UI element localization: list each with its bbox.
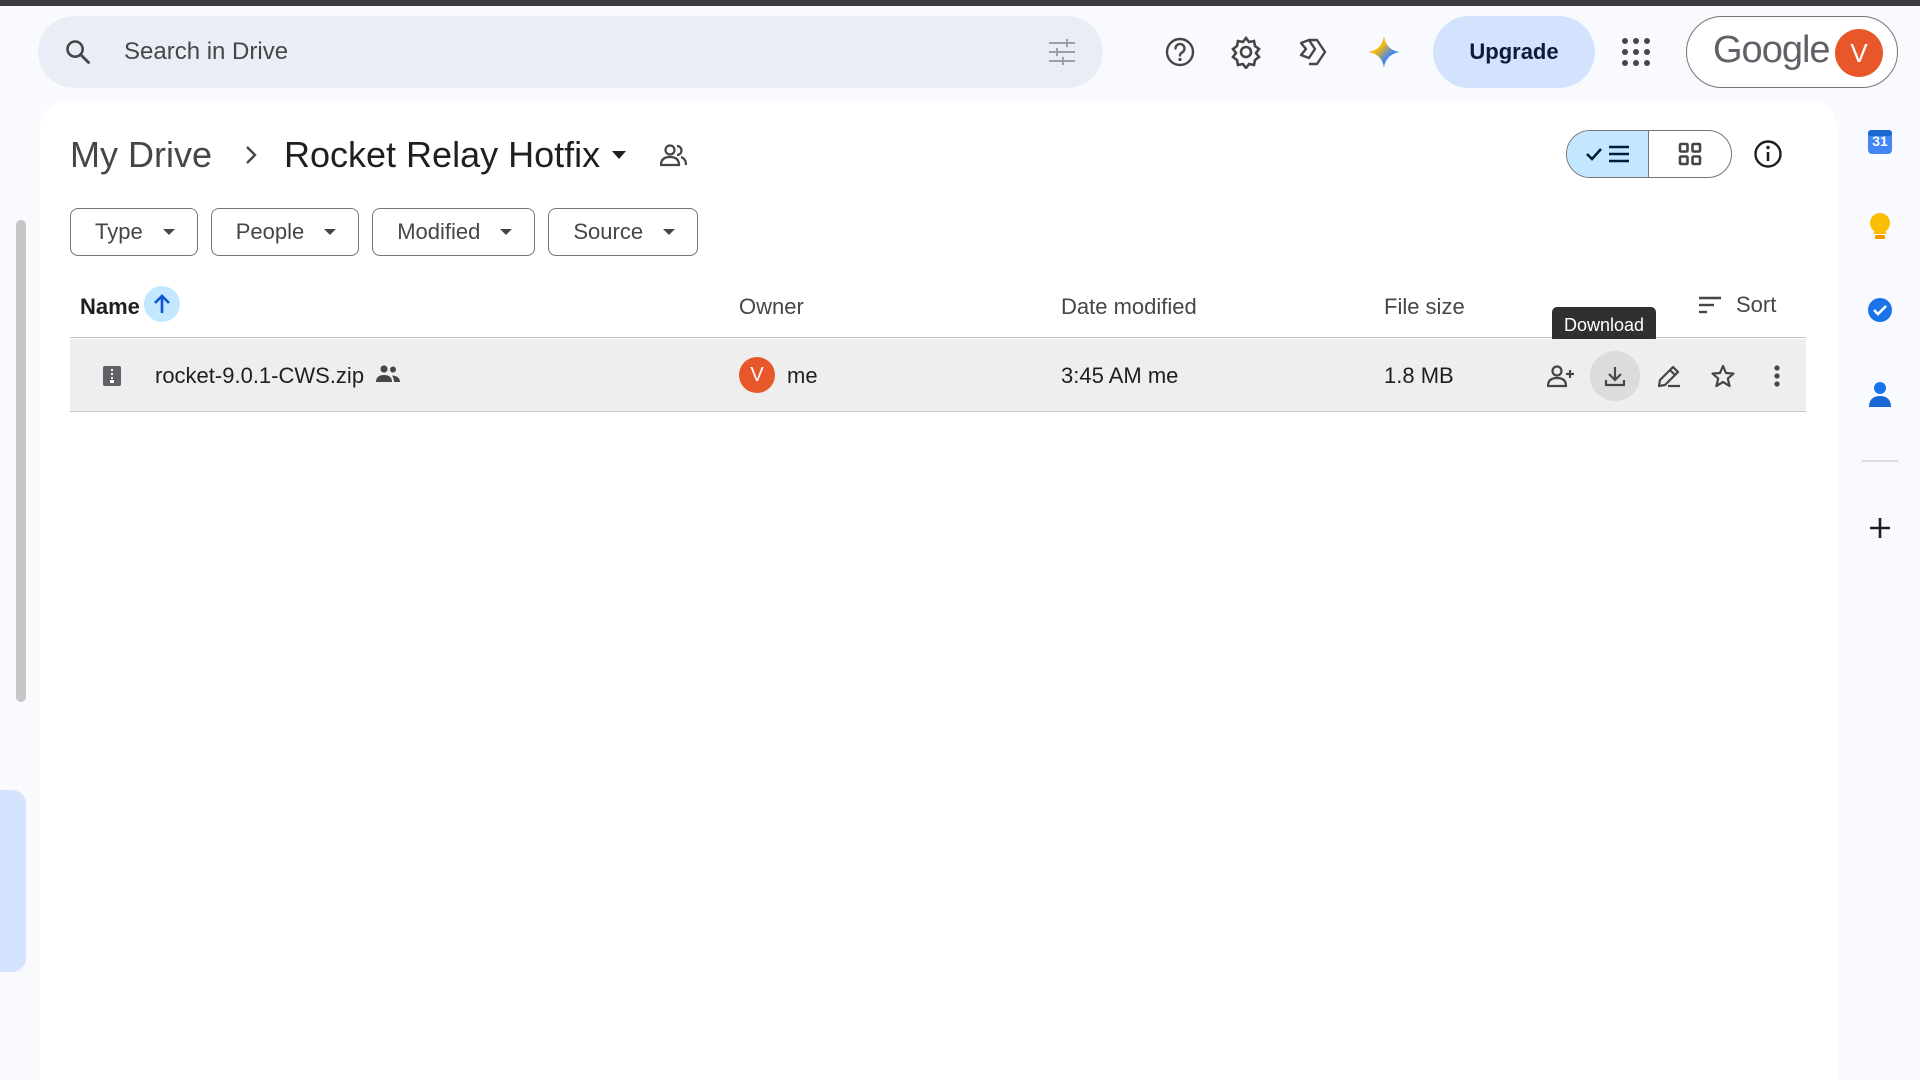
side-panel-divider <box>1862 460 1898 462</box>
file-size: 1.8 MB <box>1384 363 1454 388</box>
scrollbar[interactable] <box>16 220 26 702</box>
breadcrumb-current-folder[interactable]: Rocket Relay Hotfix <box>284 134 600 176</box>
filter-people-label: People <box>235 219 305 244</box>
shared-folder-icon[interactable] <box>660 143 688 167</box>
owner-name: me <box>787 363 818 388</box>
rename-button[interactable] <box>1644 351 1694 401</box>
column-file-size[interactable]: File size <box>1384 294 1465 320</box>
download-tooltip: Download <box>1552 307 1657 343</box>
column-date-modified[interactable]: Date modified <box>1061 294 1197 320</box>
calendar-date: 31 <box>1872 133 1888 149</box>
google-logo: Google <box>1713 29 1831 71</box>
add-icon[interactable] <box>1864 512 1896 544</box>
zip-file-icon <box>103 366 121 386</box>
filter-people[interactable]: People <box>210 208 360 256</box>
pencil-icon <box>1657 365 1680 388</box>
upgrade-button[interactable]: Upgrade <box>1433 16 1595 88</box>
filter-type[interactable]: Type <box>70 208 198 256</box>
gemini-spark-icon[interactable] <box>1364 32 1404 72</box>
tasks-icon[interactable] <box>1864 294 1896 326</box>
list-view-button[interactable] <box>1567 131 1649 177</box>
sort-direction-button[interactable] <box>144 286 180 322</box>
star-icon <box>1711 364 1735 388</box>
search-bar[interactable]: Search in Drive <box>38 16 1103 88</box>
info-icon[interactable] <box>1752 138 1784 170</box>
view-toggle <box>1566 130 1732 178</box>
table-header: Name Owner Date modified File size Sort <box>70 280 1806 338</box>
search-options-icon[interactable] <box>1047 38 1077 66</box>
apps-grid-icon[interactable] <box>1620 36 1652 68</box>
download-icon <box>1604 367 1626 387</box>
caret-down-icon <box>500 229 513 235</box>
column-owner: Owner <box>739 294 804 319</box>
download-button[interactable] <box>1590 351 1640 401</box>
sort-label: Sort <box>1736 292 1777 317</box>
caret-down-icon <box>324 229 337 235</box>
owner-avatar: V <box>739 357 775 393</box>
search-input[interactable]: Search in Drive <box>124 38 288 66</box>
table-row[interactable]: rocket-9.0.1-CWS.zip V me 3:45 AM me 1.8… <box>70 339 1806 412</box>
chevron-right-icon <box>246 146 257 164</box>
caret-down-icon <box>162 229 175 235</box>
account-button[interactable]: Google V <box>1686 16 1898 88</box>
arrow-up-icon <box>154 294 170 313</box>
calendar-icon[interactable]: 31 <box>1864 126 1896 158</box>
column-name[interactable]: Name <box>80 294 140 320</box>
more-actions-button[interactable] <box>1752 351 1802 401</box>
star-button[interactable] <box>1698 351 1748 401</box>
filter-type-label: Type <box>95 219 143 244</box>
add-person-icon <box>1547 365 1574 388</box>
sort-icon <box>1699 296 1721 314</box>
avatar[interactable]: V <box>1835 29 1883 77</box>
gemini-drive-icon[interactable] <box>1292 32 1332 72</box>
filter-modified-label: Modified <box>397 219 481 244</box>
date-modified: 3:45 AM me <box>1061 363 1179 388</box>
filter-chips: Type People Modified Source <box>70 208 699 256</box>
filter-source[interactable]: Source <box>548 208 699 256</box>
more-vert-icon <box>1774 365 1780 387</box>
breadcrumb: My Drive Rocket Relay Hotfix <box>70 130 688 180</box>
left-panel-handle[interactable] <box>0 790 26 972</box>
shared-icon <box>376 365 400 382</box>
help-icon[interactable] <box>1160 32 1200 72</box>
filter-modified[interactable]: Modified <box>372 208 536 256</box>
caret-down-icon[interactable] <box>612 150 627 160</box>
breadcrumb-my-drive[interactable]: My Drive <box>70 134 212 176</box>
contacts-icon[interactable] <box>1864 378 1896 410</box>
filter-source-label: Source <box>573 219 644 244</box>
sort-button[interactable]: Sort <box>1698 292 1776 318</box>
search-icon[interactable] <box>64 38 92 66</box>
grid-view-button[interactable] <box>1649 131 1731 177</box>
file-name[interactable]: rocket-9.0.1-CWS.zip <box>155 363 364 389</box>
settings-icon[interactable] <box>1226 32 1266 72</box>
top-bar <box>0 0 1920 6</box>
share-button[interactable] <box>1536 351 1586 401</box>
caret-down-icon <box>663 229 676 235</box>
keep-icon[interactable] <box>1864 210 1896 242</box>
